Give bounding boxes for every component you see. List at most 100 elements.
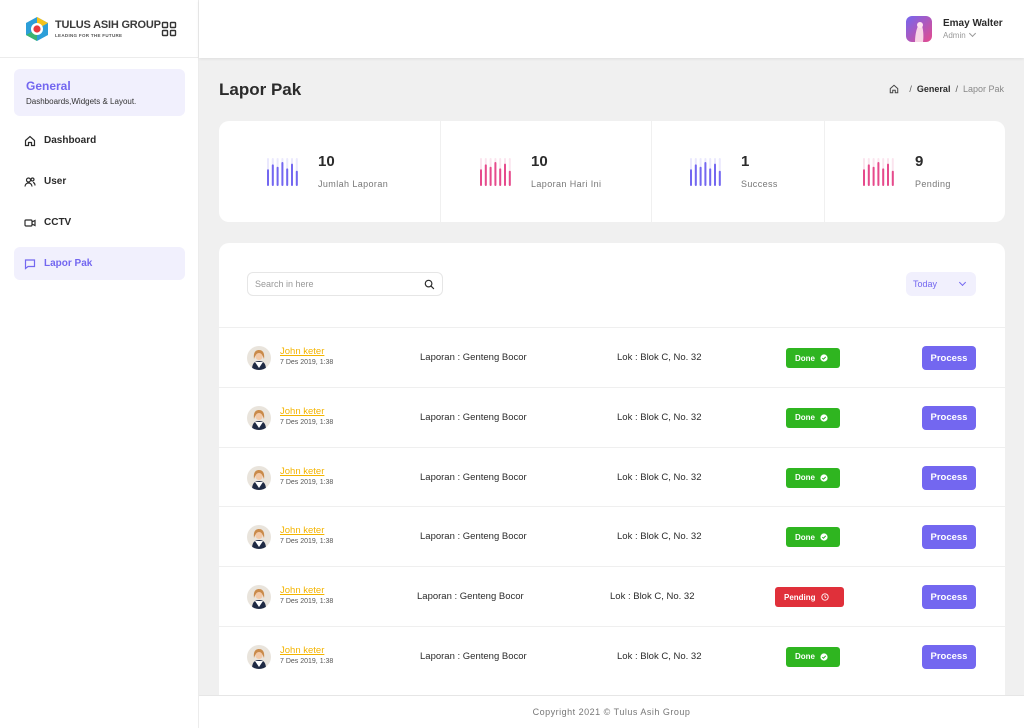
bar — [484, 164, 487, 186]
sidebar-item-label: User — [44, 176, 67, 187]
report-location: Lok : Blok C, No. 32 — [617, 411, 702, 423]
report-date: 7 Des 2019, 1:38 — [280, 418, 334, 426]
stat-label: Jumlah Laporan — [318, 179, 389, 189]
grid-menu-icon[interactable] — [161, 21, 177, 37]
search-icon[interactable] — [424, 279, 435, 290]
sidebar-item-label: Dashboard — [44, 135, 97, 146]
breadcrumb-separator: / — [955, 84, 958, 94]
process-button[interactable]: Process — [922, 405, 976, 430]
clock-icon — [816, 593, 829, 601]
stat-value: 10 — [318, 153, 335, 170]
bar — [291, 163, 293, 186]
bar-chart-icon — [863, 158, 894, 186]
stat-laporan-hari-ini: 10 Laporan Hari Ini — [441, 121, 652, 222]
bar — [267, 169, 269, 186]
bar — [704, 162, 707, 186]
sidebar-item-user[interactable]: User — [14, 165, 185, 198]
report-date: 7 Des 2019, 1:38 — [280, 598, 334, 606]
reporter-name-link[interactable]: John keter — [280, 525, 324, 536]
sidebar-item-cctv[interactable]: CCTV — [14, 206, 185, 239]
stats-card: 10 Jumlah Laporan 10 Laporan Hari Ini 1 … — [219, 121, 1005, 222]
reporter-name-link[interactable]: John keter — [280, 585, 324, 596]
users-icon — [24, 176, 36, 187]
user-role-dropdown[interactable]: Admin — [943, 29, 976, 40]
stat-value: 10 — [531, 153, 548, 170]
reporter-name-link[interactable]: John keter — [280, 466, 324, 477]
report-description: Laporan : Genteng Bocor — [417, 591, 524, 603]
stat-success: 1 Success — [652, 121, 825, 222]
bar — [877, 162, 880, 186]
sidebar-item-lapor-pak[interactable]: Lapor Pak — [14, 247, 185, 280]
stat-label: Pending — [915, 179, 951, 189]
process-button[interactable]: Process — [922, 346, 976, 370]
report-location: Lok : Blok C, No. 32 — [617, 352, 702, 363]
brand-logo-icon[interactable] — [24, 16, 50, 42]
footer: Copyright 2021 © Tulus Asih Group — [199, 695, 1024, 728]
report-description: Laporan : Genteng Bocor — [420, 650, 527, 662]
bar — [709, 168, 712, 186]
stat-label: Success — [741, 179, 778, 189]
brand-tagline: LEADING FOR THE FUTURE — [55, 33, 123, 38]
report-description: Laporan : Genteng Bocor — [420, 411, 527, 423]
check-circle-icon — [815, 354, 828, 362]
bar — [276, 166, 279, 186]
date-filter-select[interactable]: Today — [906, 272, 976, 296]
report-date: 7 Des 2019, 1:38 — [280, 538, 334, 546]
table-row: John keter 7 Des 2019, 1:38 Laporan : Gent… — [219, 327, 1005, 387]
report-description: Laporan : Genteng Bocor — [420, 352, 527, 363]
stat-label: Laporan Hari Ini — [531, 179, 602, 189]
home-icon[interactable] — [889, 84, 899, 94]
status-label: Pending — [784, 592, 816, 602]
table-row: John keter 7 Des 2019, 1:38 Laporan : Gent… — [219, 386, 1005, 447]
video-icon — [24, 218, 36, 227]
reporter-name-link[interactable]: John keter — [280, 645, 324, 656]
bar — [489, 166, 492, 186]
process-button[interactable]: Process — [922, 525, 976, 550]
chevron-down-icon — [958, 278, 967, 287]
reporter-name-link[interactable]: John keter — [280, 406, 324, 417]
bar — [508, 170, 511, 186]
brand-title: TULUS ASIH GROUP — [55, 19, 161, 31]
bar — [286, 168, 289, 186]
sidebar-section-title: General — [26, 79, 71, 93]
bar — [281, 162, 284, 186]
bar — [271, 164, 274, 186]
user-name[interactable]: Emay Walter — [943, 18, 1003, 29]
status-badge: Done — [786, 348, 840, 368]
report-date: 7 Des 2019, 1:38 — [280, 478, 334, 486]
reporter-name-link[interactable]: John keter — [280, 346, 324, 357]
bar — [867, 164, 870, 186]
sidebar-item-label: CCTV — [44, 217, 72, 228]
bar — [504, 163, 506, 186]
bar — [891, 170, 894, 186]
avatar — [247, 465, 271, 490]
sidebar: TULUS ASIH GROUP LEADING FOR THE FUTURE … — [0, 0, 199, 728]
report-description: Laporan : Genteng Bocor — [420, 531, 527, 543]
search-input[interactable] — [255, 279, 415, 289]
status-label: Done — [795, 413, 815, 423]
sidebar-item-dashboard[interactable]: Dashboard — [14, 124, 185, 157]
sidebar-nav: Dashboard User CCTV Lapor Pak — [14, 124, 185, 288]
date-filter-value: Today — [913, 279, 938, 289]
sidebar-item-label: Lapor Pak — [44, 258, 93, 269]
user-avatar[interactable] — [906, 16, 932, 42]
process-button[interactable]: Process — [922, 465, 976, 490]
process-button[interactable]: Process — [922, 644, 976, 669]
footer-copyright: Copyright 2021 © Tulus Asih Group — [532, 707, 691, 717]
bar — [494, 162, 497, 186]
bar — [499, 168, 502, 186]
avatar — [247, 525, 271, 550]
table-row: John keter 7 Des 2019, 1:38 Laporan : Gent… — [219, 625, 1005, 686]
bar — [718, 170, 721, 186]
status-label: Done — [795, 473, 815, 483]
sidebar-section-subtitle: Dashboards,Widgets & Layout. — [26, 97, 137, 106]
page-title: Lapor Pak — [219, 80, 302, 99]
breadcrumb-item[interactable]: General — [917, 84, 951, 94]
bar — [887, 163, 889, 186]
breadcrumb: / General / Lapor Pak — [889, 84, 1004, 94]
reports-card: Today John keter7 Des 2019, 1:38Laporan … — [219, 243, 1005, 703]
user-avatar-image — [915, 22, 924, 42]
status-badge: Done — [786, 527, 840, 548]
bar — [872, 166, 875, 186]
process-button[interactable]: Process — [922, 585, 976, 610]
